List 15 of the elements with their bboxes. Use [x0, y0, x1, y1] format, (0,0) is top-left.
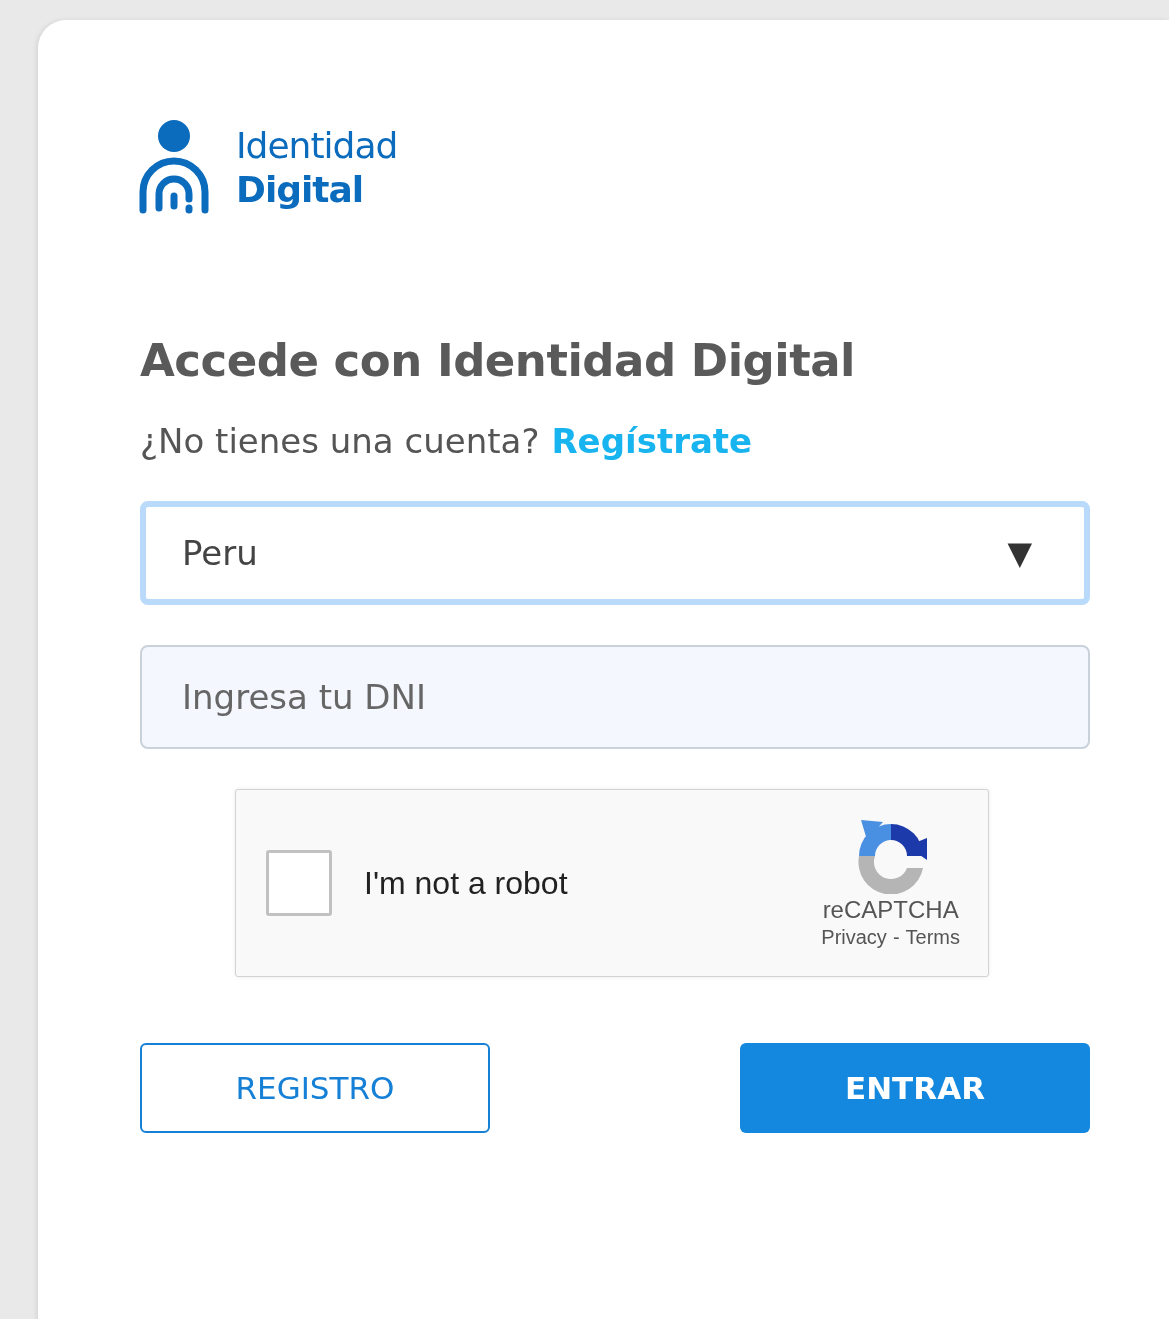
logo-text: Identidad: [236, 124, 398, 168]
recaptcha-brand: reCAPTCHA: [822, 895, 959, 924]
login-button[interactable]: ENTRAR: [740, 1043, 1090, 1133]
register-button[interactable]: REGISTRO: [140, 1043, 490, 1133]
page-title: Accede con Identidad Digital: [140, 334, 856, 387]
signup-prompt: ¿No tienes una cuenta?: [140, 421, 540, 461]
captcha-label: I'm not a robot: [364, 864, 569, 902]
dni-input-field[interactable]: Ingresa tu DNI: [140, 645, 1090, 749]
link-separator: -: [892, 925, 900, 949]
country-select[interactable]: Peru ▼: [140, 501, 1090, 605]
privacy-link[interactable]: Privacy: [821, 925, 887, 949]
captcha-checkbox[interactable]: [266, 850, 332, 916]
terms-link[interactable]: Terms: [905, 925, 960, 949]
fingerprint-person-icon: [138, 120, 210, 216]
logo-text: Digital: [236, 168, 365, 212]
